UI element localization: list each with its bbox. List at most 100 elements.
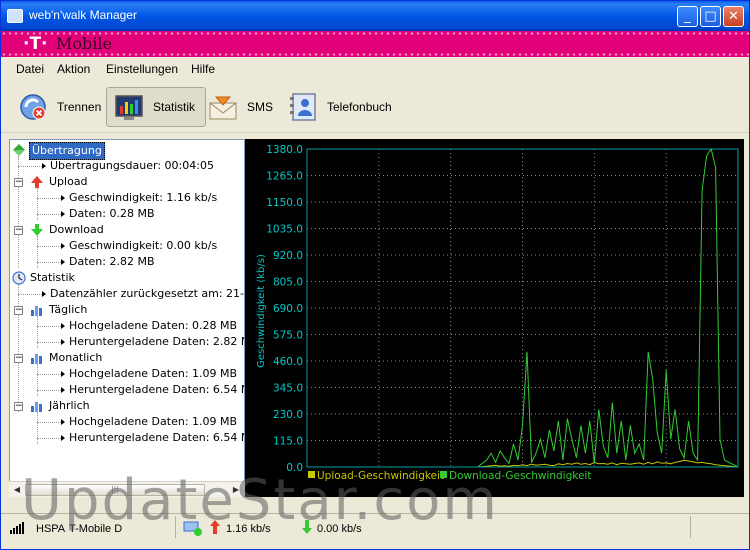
tree-item-monthly-uploaded[interactable]: Hochgeladene Daten: 1.09 MB xyxy=(10,366,244,382)
tree-connector xyxy=(37,326,61,327)
tree-item-duration[interactable]: Übertragungsdauer: 00:04:05 xyxy=(10,158,244,174)
tree-connector xyxy=(37,198,61,199)
bar-chart-icon xyxy=(31,306,42,316)
leaf-arrow-icon xyxy=(42,291,46,297)
download-arrow-icon xyxy=(31,224,43,236)
tree-item-upload-speed[interactable]: Geschwindigkeit: 1.16 kb/s xyxy=(10,190,244,206)
tree-item-download-speed[interactable]: Geschwindigkeit: 0.00 kb/s xyxy=(10,238,244,254)
t-logo: ·T· xyxy=(23,34,48,54)
tree-label-upload-speed: Geschwindigkeit: 1.16 kb/s xyxy=(69,191,218,204)
y-tick-label: 690.0 xyxy=(273,303,303,315)
collapse-icon[interactable]: − xyxy=(14,178,23,187)
tree-label-download: Download xyxy=(49,223,104,236)
y-axis-label: Geschwindigkeit (kb/s) xyxy=(256,254,267,368)
y-tick-label: 1380.0 xyxy=(266,144,303,156)
tree-label-yearly: Jährlich xyxy=(49,399,90,412)
tree-label-daily-uploaded: Hochgeladene Daten: 0.28 MB xyxy=(69,319,238,332)
tree-label-reset-date: Datenzähler zurückgesetzt am: 21-10-20 xyxy=(50,287,245,300)
watermark: UpdateStar.com xyxy=(21,468,499,533)
y-tick-label: 575.0 xyxy=(273,330,303,342)
bar-chart-icon xyxy=(31,354,42,364)
tree-item-daily-uploaded[interactable]: Hochgeladene Daten: 0.28 MB xyxy=(10,318,244,334)
y-tick-label: 1265.0 xyxy=(266,171,303,183)
leaf-arrow-icon xyxy=(61,371,65,377)
menu-datei[interactable]: Datei xyxy=(16,62,44,76)
tree-item-monthly-downloaded[interactable]: Heruntergeladene Daten: 6.54 MB xyxy=(10,382,244,398)
dot-pattern-bottom xyxy=(1,53,749,56)
tree-node-daily[interactable]: − Täglich xyxy=(10,302,244,318)
tree-label-download-speed: Geschwindigkeit: 0.00 kb/s xyxy=(69,239,218,252)
leaf-arrow-icon xyxy=(61,259,65,265)
menu-bar: Datei Aktion Einstellungen Hilfe xyxy=(1,57,749,81)
tree-node-transfer[interactable]: Übertragung xyxy=(10,142,244,160)
sms-label: SMS xyxy=(247,100,274,114)
menu-einstellungen[interactable]: Einstellungen xyxy=(106,62,178,76)
tree-node-download[interactable]: − Download xyxy=(10,222,244,238)
leaf-arrow-icon xyxy=(61,195,65,201)
y-tick-label: 920.0 xyxy=(273,250,303,262)
tree-item-yearly-downloaded[interactable]: Heruntergeladene Daten: 6.54 MB xyxy=(10,430,244,446)
statistics-icon xyxy=(113,91,145,123)
tree-connector xyxy=(37,246,61,247)
toolbar: Trennen Statistik SMS Telefonbuch xyxy=(1,81,749,133)
leaf-arrow-icon xyxy=(61,339,65,345)
tree-label-daily-downloaded: Heruntergeladene Daten: 2.82 MB xyxy=(69,335,245,348)
statistics-button[interactable]: Statistik xyxy=(106,87,207,127)
statistics-tree[interactable]: Übertragung Übertragungsdauer: 00:04:05 … xyxy=(9,139,245,496)
tree-connector xyxy=(37,438,61,439)
tree-item-upload-data[interactable]: Daten: 0.28 MB xyxy=(10,206,244,222)
disconnect-icon xyxy=(17,91,49,123)
tree-label-daily: Täglich xyxy=(49,303,88,316)
tree-label-monthly-uploaded: Hochgeladene Daten: 1.09 MB xyxy=(69,367,238,380)
maximize-button[interactable]: □ xyxy=(700,6,721,27)
tree-node-statistics[interactable]: Statistik xyxy=(10,270,244,286)
minimize-button[interactable]: _ xyxy=(677,6,698,27)
y-axis-ticks: 0.0115.0230.0345.0460.0575.0690.0805.092… xyxy=(266,144,303,474)
y-tick-label: 345.0 xyxy=(273,383,303,395)
tree-label-download-data: Daten: 2.82 MB xyxy=(69,255,155,268)
title-bar[interactable]: web'n'walk Manager _ □ ✕ xyxy=(1,1,749,31)
tree-item-yearly-uploaded[interactable]: Hochgeladene Daten: 1.09 MB xyxy=(10,414,244,430)
menu-aktion[interactable]: Aktion xyxy=(57,62,90,76)
leaf-arrow-icon xyxy=(61,211,65,217)
y-tick-label: 115.0 xyxy=(273,436,303,448)
tree-node-yearly[interactable]: − Jährlich xyxy=(10,398,244,414)
tree-label-upload: Upload xyxy=(49,175,88,188)
tree-item-download-data[interactable]: Daten: 2.82 MB xyxy=(10,254,244,270)
tree-node-upload[interactable]: − Upload xyxy=(10,174,244,190)
tree-connector xyxy=(37,214,61,215)
y-tick-label: 230.0 xyxy=(273,409,303,421)
phonebook-label: Telefonbuch xyxy=(327,100,392,114)
phonebook-button[interactable]: Telefonbuch xyxy=(281,87,402,127)
dot-pattern-top xyxy=(1,32,749,35)
tree-item-reset-date[interactable]: Datenzähler zurückgesetzt am: 21-10-20 xyxy=(10,286,245,302)
sms-envelope-icon xyxy=(207,91,239,123)
tree-connector xyxy=(37,342,61,343)
menu-hilfe[interactable]: Hilfe xyxy=(191,62,215,76)
y-tick-label: 1035.0 xyxy=(266,224,303,236)
brand-name: Mobile xyxy=(56,34,112,53)
tree-node-monthly[interactable]: − Monatlich xyxy=(10,350,244,366)
leaf-arrow-icon xyxy=(61,435,65,441)
window-title: web'n'walk Manager xyxy=(29,8,137,22)
collapse-icon[interactable]: − xyxy=(14,306,23,315)
bar-chart-icon xyxy=(31,402,42,412)
collapse-icon[interactable]: − xyxy=(14,402,23,411)
y-tick-label: 805.0 xyxy=(273,277,303,289)
transfer-icon xyxy=(13,144,25,156)
collapse-icon[interactable]: − xyxy=(14,354,23,363)
collapse-icon[interactable]: − xyxy=(14,226,23,235)
y-tick-label: 1150.0 xyxy=(266,197,303,209)
sms-button[interactable]: SMS xyxy=(201,87,283,127)
tree-label-monthly: Monatlich xyxy=(49,351,103,364)
close-button[interactable]: ✕ xyxy=(723,6,744,27)
disconnect-label: Trennen xyxy=(57,100,102,114)
tree-item-daily-downloaded[interactable]: Heruntergeladene Daten: 2.82 MB xyxy=(10,334,245,350)
brand-bar: ·T· Mobile xyxy=(1,31,749,57)
tree-label-upload-data: Daten: 0.28 MB xyxy=(69,207,155,220)
disconnect-button[interactable]: Trennen xyxy=(11,87,111,127)
clock-icon xyxy=(12,271,26,285)
leaf-arrow-icon xyxy=(61,243,65,249)
upload-arrow-icon xyxy=(31,176,43,188)
leaf-arrow-icon xyxy=(42,163,46,169)
